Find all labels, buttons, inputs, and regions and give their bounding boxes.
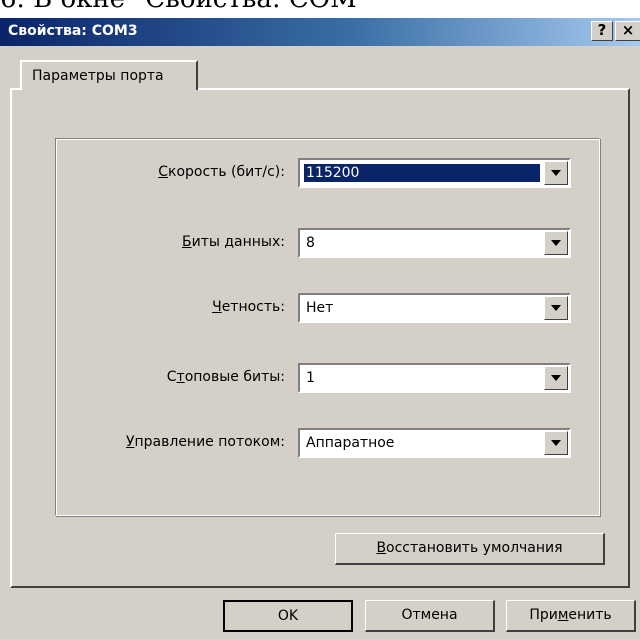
- baud-rate-label: Скорость (бит/с):: [158, 164, 285, 180]
- title-bar[interactable]: Свойства: COM3 ? ×: [0, 18, 640, 46]
- parity-select[interactable]: Нет: [298, 293, 571, 323]
- parity-value: Нет: [306, 300, 334, 316]
- flow-control-select[interactable]: Аппаратное: [298, 428, 571, 458]
- parity-label: Четность:: [212, 299, 285, 315]
- flow-control-label: Управление потоком:: [125, 434, 285, 450]
- data-bits-select[interactable]: 8: [298, 228, 571, 258]
- baud-rate-select[interactable]: 115200: [298, 158, 571, 188]
- baud-rate-value: 115200: [303, 163, 541, 183]
- chevron-down-icon[interactable]: [544, 231, 568, 255]
- properties-dialog: Свойства: COM3 ? × Параметры порта Скоро…: [0, 18, 640, 639]
- stop-bits-label: Стоповые биты:: [166, 369, 285, 385]
- chevron-down-icon[interactable]: [544, 296, 568, 320]
- help-button[interactable]: ?: [591, 21, 613, 41]
- ok-button[interactable]: OK: [223, 600, 353, 632]
- data-bits-value: 8: [306, 235, 315, 251]
- chevron-down-icon[interactable]: [544, 431, 568, 455]
- flow-control-value: Аппаратное: [306, 435, 395, 451]
- restore-defaults-button[interactable]: Восстановить умолчания: [335, 533, 605, 565]
- close-button[interactable]: ×: [615, 21, 640, 41]
- data-bits-label: Биты данных:: [182, 234, 285, 250]
- settings-group-box: [55, 138, 600, 516]
- stop-bits-select[interactable]: 1: [298, 363, 571, 393]
- chevron-down-icon[interactable]: [544, 366, 568, 390]
- chevron-down-icon[interactable]: [544, 161, 568, 185]
- tab-port-settings[interactable]: Параметры порта: [20, 60, 198, 90]
- apply-button[interactable]: Применить: [506, 600, 636, 632]
- cancel-button[interactable]: Отмена: [365, 600, 495, 632]
- window-title: Свойства: COM3: [8, 23, 138, 39]
- tab-port-settings-label: Параметры порта: [32, 68, 164, 84]
- stop-bits-value: 1: [306, 370, 315, 386]
